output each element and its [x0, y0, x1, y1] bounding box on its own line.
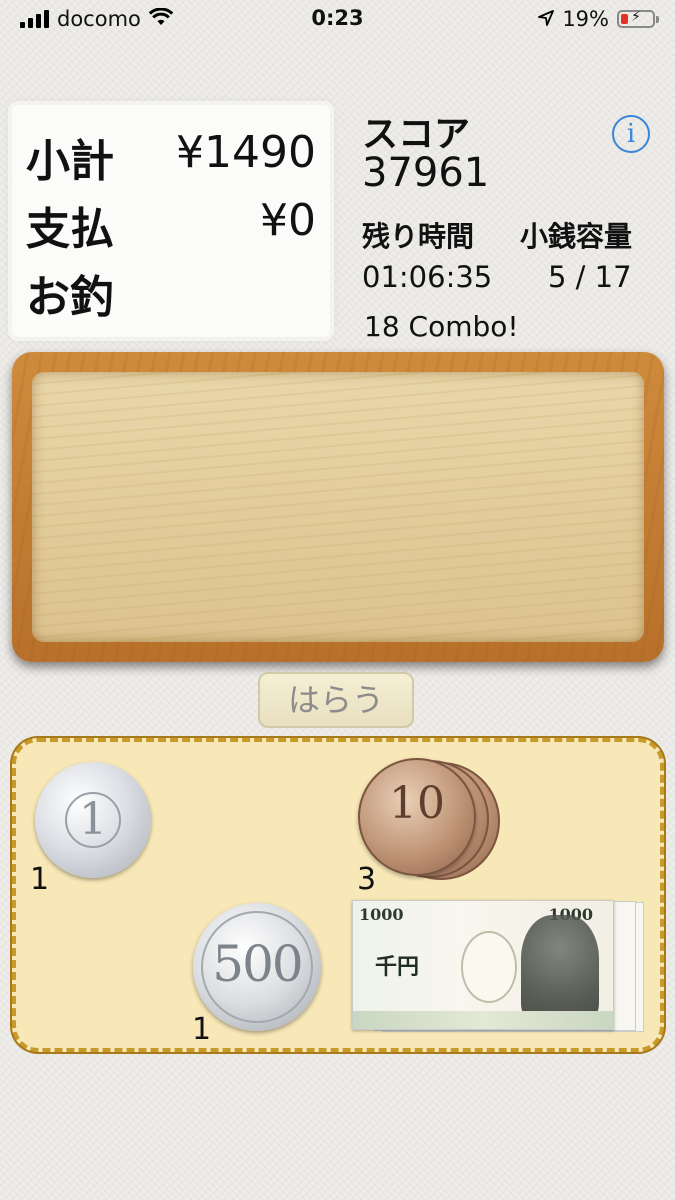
coin-1-face: 1: [79, 794, 107, 845]
note-denomination-left: 1000: [359, 905, 404, 924]
coin-1-yen[interactable]: 1: [35, 762, 151, 878]
combo-text: 18 Combo!: [364, 310, 519, 343]
remaining-time-label: 残り時間: [362, 220, 475, 253]
payment-tray[interactable]: [12, 352, 664, 662]
subtotal-label: 小計: [26, 136, 114, 187]
payment-label: 支払: [26, 204, 114, 255]
banknote-1000-yen[interactable]: 1000 1000 千円: [352, 900, 614, 1030]
note-watermark-oval: [461, 931, 517, 1003]
pay-button[interactable]: はらう: [258, 672, 414, 728]
remaining-time-value: 01:06:35: [362, 260, 493, 294]
coin-500-face: 500: [212, 935, 303, 993]
note-kanji: 千円: [375, 954, 420, 980]
tray-surface[interactable]: [32, 372, 644, 642]
score-value: 37961: [362, 150, 490, 196]
coin-capacity-label: 小銭容量: [520, 220, 633, 253]
location-arrow-icon: [538, 7, 555, 31]
receipt-panel: 小計 ¥1490 支払 ¥0 お釣: [12, 105, 330, 337]
coin-1-count: 1: [30, 862, 50, 897]
change-label: お釣: [26, 272, 114, 323]
subtotal-value: ¥1490: [176, 127, 316, 178]
note-portrait: [521, 915, 599, 1025]
status-bar: docomo 0:23 19% ⚡: [0, 0, 675, 40]
battery-icon: ⚡: [617, 9, 659, 28]
coin-500-count: 1: [192, 1012, 212, 1047]
coin-10-yen[interactable]: 10: [358, 758, 476, 876]
status-right: 19% ⚡: [538, 7, 659, 31]
coin-500-yen[interactable]: 500: [193, 903, 321, 1031]
payment-value: ¥0: [260, 195, 316, 246]
note-band: [353, 1011, 613, 1029]
coin-capacity-value: 5 / 17: [548, 260, 632, 294]
info-icon[interactable]: i: [612, 115, 650, 153]
battery-percent: 19%: [562, 7, 609, 31]
coin-10-face: 10: [389, 778, 445, 829]
coin-10-count: 3: [357, 862, 377, 897]
